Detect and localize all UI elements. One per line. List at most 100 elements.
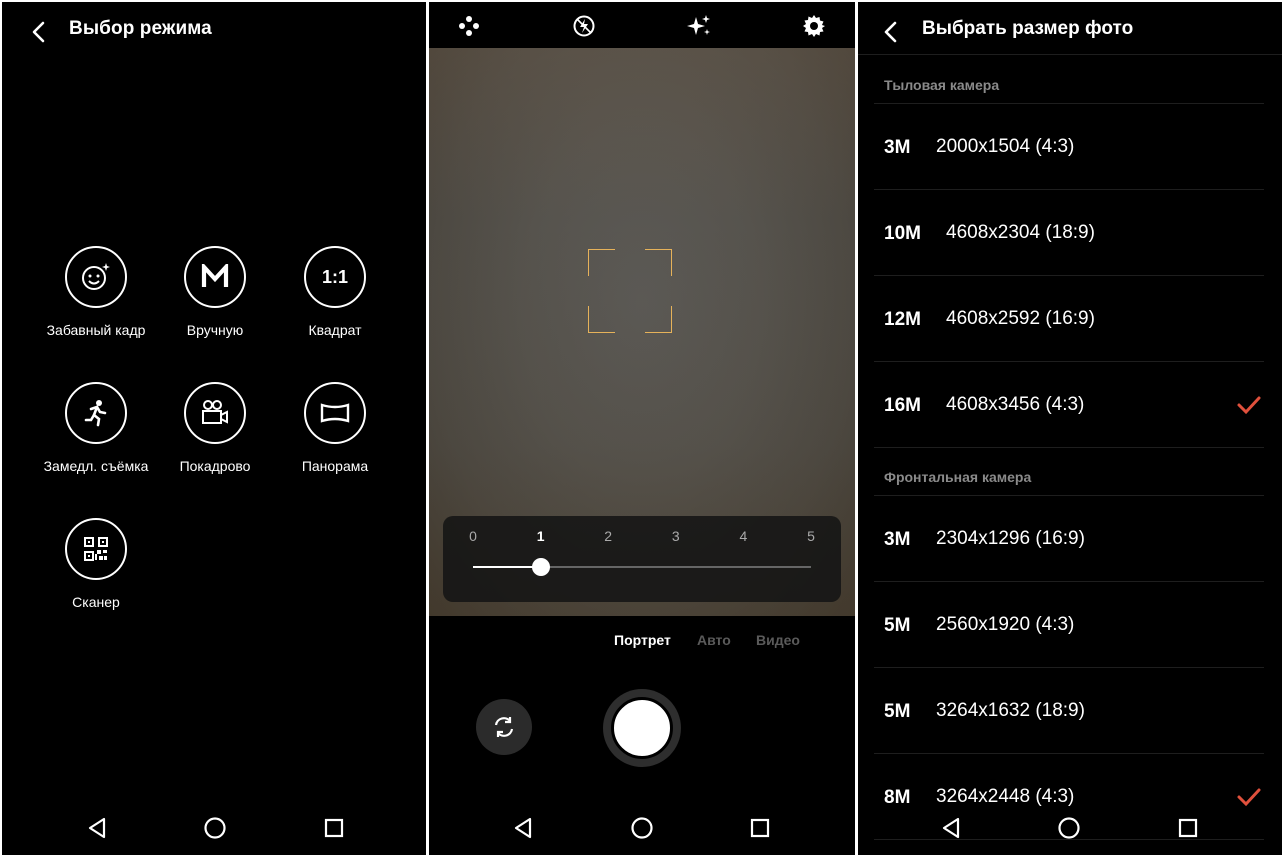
flash-auto-icon (573, 15, 595, 37)
filter-button[interactable] (685, 12, 713, 40)
camera-toolbar (429, 2, 855, 48)
mode-fun-shot[interactable]: Забавный кадр (36, 246, 156, 338)
gear-icon (803, 15, 825, 37)
photo-size-topbar: Выбрать размер фото (858, 2, 1282, 55)
page-title: Выбрать размер фото (922, 18, 1134, 39)
megapixel-label: 5M (884, 615, 911, 636)
focus-frame (588, 249, 672, 333)
size-option-row[interactable]: 16M 4608x3456 (4:3) (874, 362, 1264, 448)
tab-portrait[interactable]: Портрет (614, 632, 671, 648)
video-camera-icon (184, 382, 246, 444)
nav-recents-button[interactable] (745, 813, 775, 843)
square-ratio-icon: 1:1 (304, 246, 366, 308)
camera-mode-tabs: Портрет Авто Видео (429, 632, 855, 652)
nav-back-button[interactable] (82, 813, 112, 843)
back-button[interactable] (876, 18, 904, 46)
zoom-slider[interactable] (473, 558, 811, 576)
mode-label: Квадрат (308, 322, 362, 338)
back-button[interactable] (24, 18, 52, 46)
shutter-inner (611, 697, 673, 759)
mode-label: Панорама (301, 458, 369, 474)
settings-button[interactable] (800, 12, 828, 40)
resolution-label: 4608x2304 (18:9) (946, 222, 1095, 243)
chevron-left-icon (884, 21, 897, 43)
size-option-row[interactable]: 3M 2000x1504 (4:3) (874, 104, 1264, 190)
qr-code-icon (65, 518, 127, 580)
mode-label: Замедл. съёмка (43, 458, 149, 474)
resolution-label: 4608x3456 (4:3) (946, 394, 1085, 415)
nav-recents-button[interactable] (319, 813, 349, 843)
dots-button[interactable] (455, 12, 483, 40)
mode-select-topbar: Выбор режима (2, 2, 426, 58)
square-recents-icon (324, 818, 344, 838)
checkmark-icon (1237, 396, 1261, 415)
megapixel-label: 10M (884, 223, 921, 244)
page-title: Выбор режима (69, 18, 212, 39)
nav-recents-button[interactable] (1173, 813, 1203, 843)
rotate-camera-icon (494, 717, 514, 737)
triangle-back-icon (942, 817, 960, 839)
mode-label: Забавный кадр (46, 322, 146, 338)
mode-panorama[interactable]: Панорама (275, 382, 395, 474)
tab-auto[interactable]: Авто (697, 632, 731, 648)
megapixel-label: 16M (884, 395, 921, 416)
resolution-label: 2560x1920 (4:3) (936, 614, 1075, 635)
zoom-tick-label[interactable]: 0 (463, 528, 483, 544)
square-recents-icon (1178, 818, 1198, 838)
circle-home-icon (1058, 817, 1080, 839)
zoom-tick-label[interactable]: 1 (531, 528, 551, 544)
tab-video[interactable]: Видео (756, 632, 800, 648)
megapixel-label: 12M (884, 309, 921, 330)
mode-timelapse[interactable]: Покадрово (155, 382, 275, 474)
zoom-tick-label[interactable]: 2 (598, 528, 618, 544)
triple-screenshot: Выбор режима Забавный кадр Вручную 1:1 К… (0, 0, 1284, 857)
circle-home-icon (631, 817, 653, 839)
camera-viewfinder[interactable]: 0 1 2 3 4 5 (429, 48, 855, 616)
mode-slow-motion[interactable]: Замедл. съёмка (36, 382, 156, 474)
section-header-front: Фронтальная камера (884, 469, 1032, 485)
mode-manual[interactable]: Вручную (155, 246, 275, 338)
megapixel-label: 3M (884, 137, 911, 158)
manual-m-icon (184, 246, 246, 308)
zoom-slider-thumb[interactable] (531, 558, 550, 576)
sparkle-filter-icon (687, 15, 710, 35)
section-header-rear: Тыловая камера (884, 77, 1000, 93)
triangle-back-icon (88, 817, 106, 839)
nav-home-button[interactable] (627, 813, 657, 843)
mode-square[interactable]: 1:1 Квадрат (275, 246, 395, 338)
resolution-label: 2304x1296 (16:9) (936, 528, 1085, 549)
size-option-row[interactable]: 5M 2560x1920 (4:3) (874, 582, 1264, 668)
square-recents-icon (750, 818, 770, 838)
nav-home-button[interactable] (1054, 813, 1084, 843)
zoom-tick-label[interactable]: 4 (733, 528, 753, 544)
camera-screen: 0 1 2 3 4 5 Портрет Авто Видео (429, 2, 855, 855)
nav-bar (429, 799, 855, 855)
zoom-tick-label[interactable]: 3 (666, 528, 686, 544)
nav-home-button[interactable] (200, 813, 230, 843)
mode-label: Сканер (72, 594, 120, 610)
size-option-row[interactable]: 3M 2304x1296 (16:9) (874, 496, 1264, 582)
chevron-left-icon (32, 21, 45, 43)
mode-label: Покадрово (179, 458, 251, 474)
size-option-row[interactable]: 10M 4608x2304 (18:9) (874, 190, 1264, 276)
running-person-icon (65, 382, 127, 444)
smile-sparkle-icon (65, 246, 127, 308)
nav-back-button[interactable] (936, 813, 966, 843)
mode-scanner[interactable]: Сканер (36, 518, 156, 610)
photo-size-screen: Выбрать размер фото Тыловая камера 3M 200… (858, 2, 1282, 855)
size-option-row[interactable]: 12M 4608x2592 (16:9) (874, 276, 1264, 362)
circle-home-icon (204, 817, 226, 839)
flash-button[interactable] (570, 12, 598, 40)
size-option-row[interactable]: 5M 3264x1632 (18:9) (874, 668, 1264, 754)
panorama-icon (304, 382, 366, 444)
nav-bar (2, 799, 426, 855)
dots-icon (459, 16, 479, 36)
triangle-back-icon (514, 817, 532, 839)
mode-select-screen: Выбор режима Забавный кадр Вручную 1:1 К… (2, 2, 426, 855)
shutter-button[interactable] (603, 689, 681, 767)
nav-back-button[interactable] (508, 813, 538, 843)
nav-bar (858, 799, 1282, 855)
zoom-tick-label[interactable]: 5 (801, 528, 821, 544)
mode-label: Вручную (186, 322, 244, 338)
switch-camera-button[interactable] (476, 699, 532, 755)
